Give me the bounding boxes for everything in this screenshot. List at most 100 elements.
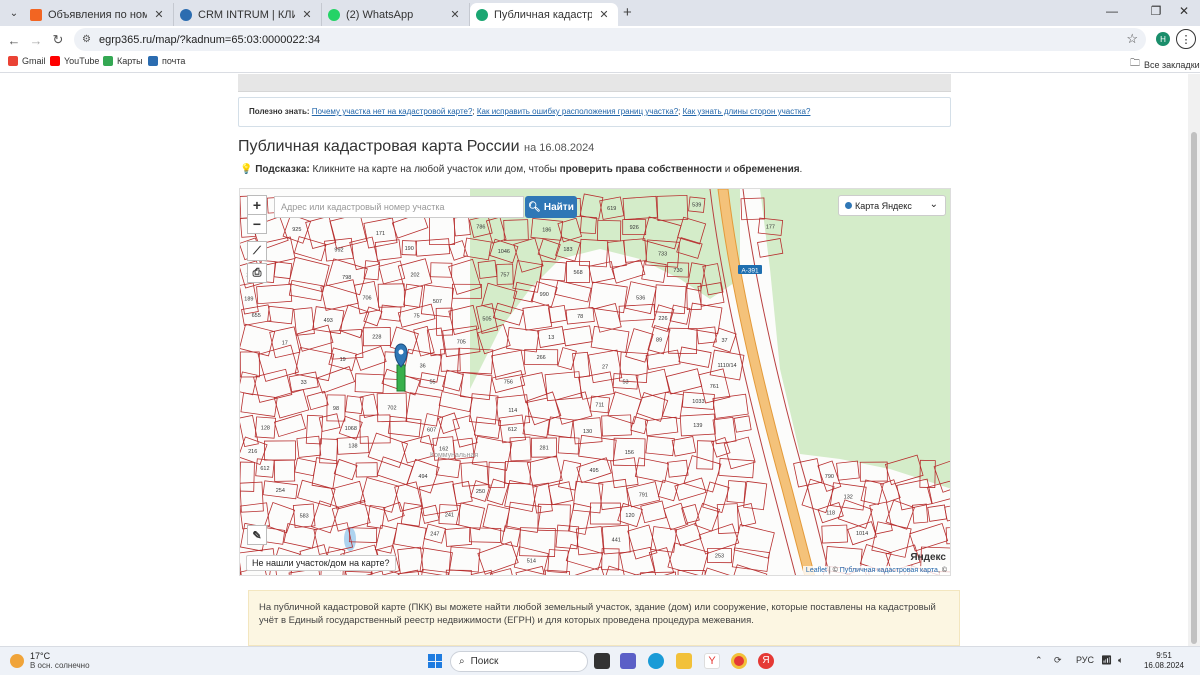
parcel-outline[interactable] <box>400 502 423 527</box>
parcel-outline[interactable] <box>378 260 406 285</box>
parcel-outline[interactable] <box>343 570 373 576</box>
parcel-outline[interactable] <box>273 261 293 280</box>
not-found-button[interactable]: Не нашли участок/дом на карте? <box>246 555 396 571</box>
parcel-outline[interactable] <box>491 349 526 380</box>
parcel-outline[interactable] <box>405 392 442 427</box>
parcel-outline[interactable] <box>821 524 848 544</box>
parcel-outline[interactable] <box>678 346 712 368</box>
profile-avatar[interactable]: Н <box>1156 32 1170 46</box>
parcel-outline[interactable] <box>296 324 334 352</box>
parcel-outline[interactable] <box>671 436 697 457</box>
parcel-outline[interactable] <box>306 390 329 411</box>
close-icon[interactable]: ✕ <box>301 8 313 21</box>
taskbar-search[interactable]: ⌕ Поиск <box>450 651 588 672</box>
parcel-outline[interactable] <box>669 304 691 325</box>
parcel-outline[interactable] <box>487 461 506 489</box>
parcel-outline[interactable] <box>674 522 702 547</box>
parcel-outline[interactable] <box>354 373 385 394</box>
parcel-outline[interactable] <box>635 368 670 399</box>
parcel-outline[interactable] <box>665 368 703 395</box>
parcel-outline[interactable] <box>634 457 669 483</box>
parcel-outline[interactable] <box>473 416 502 439</box>
parcel-outline[interactable] <box>522 415 550 438</box>
parcel-outline[interactable] <box>945 526 951 545</box>
parcel-outline[interactable] <box>860 479 884 506</box>
parcel-outline[interactable] <box>363 260 381 281</box>
parcel-outline[interactable] <box>712 416 737 445</box>
parcel-outline[interactable] <box>661 391 684 420</box>
parcel-outline[interactable] <box>397 569 424 576</box>
parcel-outline[interactable] <box>674 477 707 501</box>
bookmark-gmail[interactable]: Gmail <box>8 56 46 66</box>
back-icon[interactable]: ← <box>4 30 24 50</box>
parcel-outline[interactable] <box>696 326 717 345</box>
teams-icon[interactable] <box>620 653 636 669</box>
parcel-outline[interactable] <box>460 372 493 401</box>
parcel-outline[interactable] <box>683 455 722 493</box>
parcel-outline[interactable] <box>359 414 391 444</box>
parcel-outline[interactable] <box>377 283 405 308</box>
parcel-outline[interactable] <box>696 440 714 470</box>
parcel-outline[interactable] <box>419 547 453 576</box>
bookmark-maps[interactable]: Карты <box>103 56 143 66</box>
parcel-outline[interactable] <box>294 346 335 382</box>
parcel-outline[interactable] <box>354 345 387 371</box>
tip-link[interactable]: Как узнать длины сторон участка? <box>683 107 811 116</box>
parcel-outline[interactable] <box>572 480 604 514</box>
parcel-outline[interactable] <box>394 481 423 512</box>
parcel-outline[interactable] <box>438 391 473 413</box>
parcel-outline[interactable] <box>619 351 649 383</box>
parcel-outline[interactable] <box>273 459 296 482</box>
parcel-outline[interactable] <box>547 549 569 574</box>
print-icon[interactable]: ⎙ <box>247 263 267 283</box>
language-indicator[interactable]: РУС <box>1076 655 1094 665</box>
parcel-outline[interactable] <box>567 503 592 535</box>
parcel-outline[interactable] <box>593 303 622 333</box>
ruler-icon[interactable]: ⟋ <box>247 241 267 261</box>
parcel-outline[interactable] <box>567 566 607 576</box>
parcel-outline[interactable] <box>525 391 562 426</box>
all-bookmarks[interactable]: 🗀 Все закладки <box>1130 56 1200 73</box>
parcel-outline[interactable] <box>296 435 322 458</box>
parcel-outline[interactable] <box>554 391 593 425</box>
yandex-browser-icon[interactable]: Я <box>758 653 774 669</box>
parcel-outline[interactable] <box>737 503 757 527</box>
parcel-outline[interactable] <box>687 302 723 335</box>
parcel-outline[interactable] <box>366 505 386 529</box>
parcel-outline[interactable] <box>460 461 489 487</box>
parcel-outline[interactable] <box>430 262 453 278</box>
volume-icon[interactable]: 🔈︎ <box>1118 655 1123 666</box>
parcel-outline[interactable] <box>264 440 296 461</box>
parcel-outline[interactable] <box>504 460 531 485</box>
tab-search-icon[interactable]: ⌄ <box>6 5 22 21</box>
parcel-outline[interactable] <box>267 305 294 325</box>
parcel-outline[interactable] <box>387 415 422 438</box>
parcel-outline[interactable] <box>469 527 502 543</box>
close-window-icon[interactable]: ✕ <box>1172 4 1196 18</box>
parcel-outline[interactable] <box>575 526 605 556</box>
parcel-outline[interactable] <box>578 371 615 400</box>
tip-link[interactable]: Как исправить ошибку расположения границ… <box>477 107 678 116</box>
weather-widget[interactable]: 17°C В осн. солнечно <box>10 651 90 671</box>
close-icon[interactable]: ✕ <box>598 8 610 21</box>
parcel-outline[interactable] <box>453 216 471 237</box>
new-tab-icon[interactable]: + <box>623 4 632 21</box>
parcel-outline[interactable] <box>240 461 255 492</box>
parcel-outline[interactable] <box>489 568 519 576</box>
parcel-outline[interactable] <box>885 499 915 530</box>
parcel-outline[interactable] <box>562 325 593 347</box>
zoom-in-button[interactable]: + <box>247 195 267 215</box>
parcel-outline[interactable] <box>726 480 747 504</box>
parcel-outline[interactable] <box>413 325 435 357</box>
parcel-outline[interactable] <box>293 236 327 262</box>
parcel-outline[interactable] <box>640 500 667 524</box>
parcel-outline[interactable] <box>657 479 679 502</box>
edge-icon[interactable] <box>648 653 664 669</box>
parcel-outline[interactable] <box>240 392 278 417</box>
page-scrollbar[interactable] <box>1188 74 1200 646</box>
sync-icon[interactable]: ⟳ <box>1054 655 1062 666</box>
menu-icon[interactable]: ⋮ <box>1176 29 1196 49</box>
parcel-outline[interactable] <box>532 482 553 514</box>
parcel-outline[interactable] <box>718 457 755 479</box>
parcel-outline[interactable] <box>837 499 873 529</box>
